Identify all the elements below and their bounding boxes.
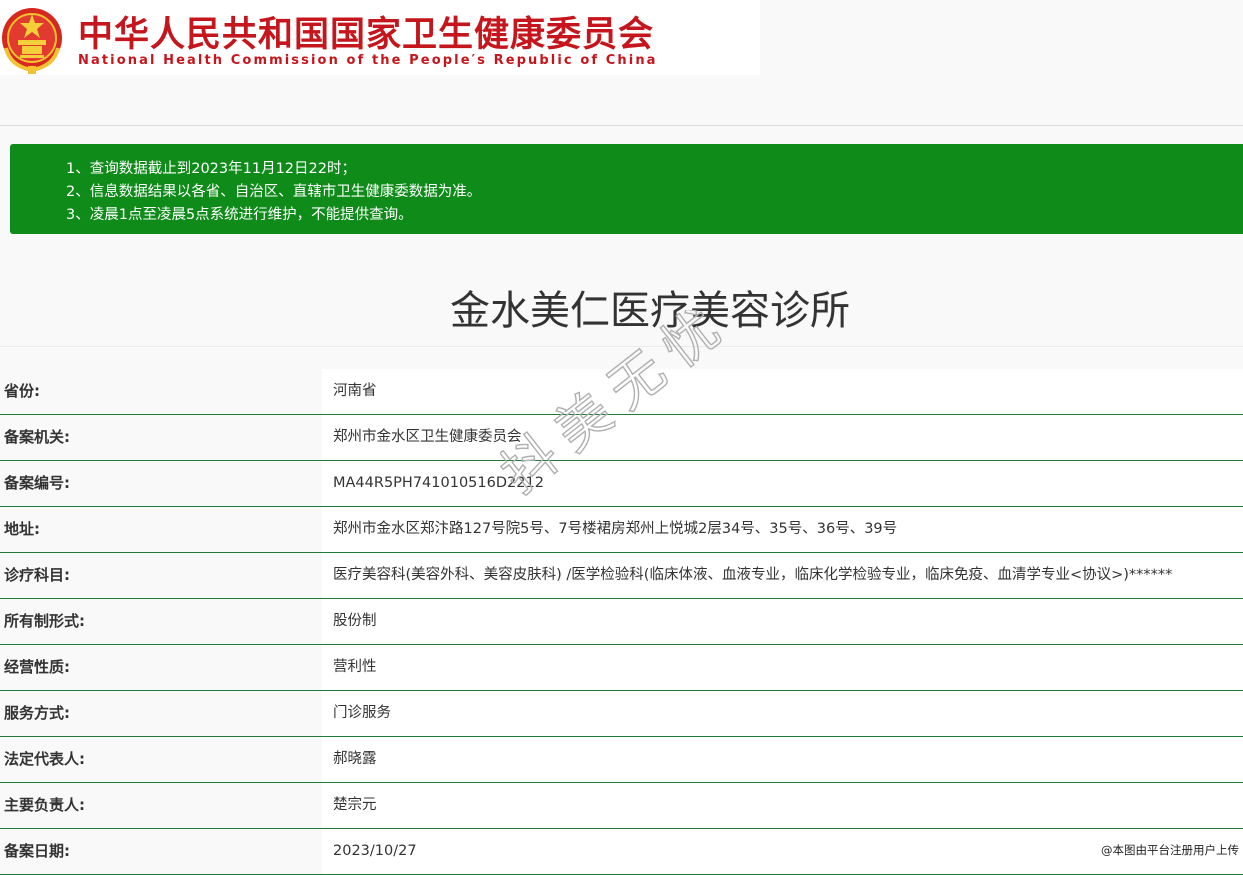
field-value: 郝晓露: [322, 737, 1243, 782]
field-label: 备案机关:: [0, 415, 322, 460]
field-value: MA44R5PH741010516D2212: [322, 461, 1243, 506]
table-row: 服务方式: 门诊服务: [0, 691, 1243, 737]
field-value: 股份制: [322, 599, 1243, 644]
title-divider: [0, 346, 1243, 347]
organization-name: 金水美仁医疗美容诊所: [450, 288, 850, 334]
field-value: 门诊服务: [322, 691, 1243, 736]
table-row: 诊疗科目: 医疗美容科(美容外科、美容皮肤科) /医学检验科(临床体液、血液专业…: [0, 553, 1243, 599]
field-label: 服务方式:: [0, 691, 322, 736]
notice-box: 1、查询数据截止到2023年11月12日22时； 2、信息数据结果以各省、自治区…: [10, 144, 1243, 234]
field-value: 楚宗元: [322, 783, 1243, 828]
national-emblem-icon: [2, 8, 62, 74]
table-row: 备案编号: MA44R5PH741010516D2212: [0, 461, 1243, 507]
table-row: 备案日期: 2023/10/27: [0, 829, 1243, 875]
notice-line: 1、查询数据截止到2023年11月12日22时；: [66, 161, 356, 177]
notice-line: 2、信息数据结果以各省、自治区、直辖市卫生健康委数据为准。: [66, 184, 482, 200]
table-row: 经营性质: 营利性: [0, 645, 1243, 691]
field-label: 备案日期:: [0, 829, 322, 874]
table-row: 法定代表人: 郝晓露: [0, 737, 1243, 783]
header-divider: [0, 125, 1243, 126]
field-label: 主要负责人:: [0, 783, 322, 828]
field-label: 诊疗科目:: [0, 553, 322, 598]
field-value: 郑州市金水区郑汴路127号院5号、7号楼裙房郑州上悦城2层34号、35号、36号…: [322, 507, 1243, 552]
site-title-cn: 中华人民共和国国家卫生健康委员会: [78, 15, 655, 55]
field-label: 经营性质:: [0, 645, 322, 690]
field-label: 所有制形式:: [0, 599, 322, 644]
field-value: 营利性: [322, 645, 1243, 690]
site-title-en: National Health Commission of the People…: [78, 53, 658, 68]
table-row: 所有制形式: 股份制: [0, 599, 1243, 645]
table-row: 地址: 郑州市金水区郑汴路127号院5号、7号楼裙房郑州上悦城2层34号、35号…: [0, 507, 1243, 553]
field-value: 医疗美容科(美容外科、美容皮肤科) /医学检验科(临床体液、血液专业，临床化学检…: [322, 553, 1243, 598]
field-value: 河南省: [322, 369, 1243, 414]
upload-credit: @本图由平台注册用户上传: [1101, 843, 1239, 857]
field-label: 备案编号:: [0, 461, 322, 506]
site-header: 中华人民共和国国家卫生健康委员会 National Health Commiss…: [0, 0, 760, 75]
table-row: 备案机关: 郑州市金水区卫生健康委员会: [0, 415, 1243, 461]
field-label: 省份:: [0, 369, 322, 414]
field-label: 地址:: [0, 507, 322, 552]
table-row: 主要负责人: 楚宗元: [0, 783, 1243, 829]
table-row: 省份: 河南省: [0, 369, 1243, 415]
field-label: 法定代表人:: [0, 737, 322, 782]
notice-line: 3、凌晨1点至凌晨5点系统进行维护，不能提供查询。: [66, 207, 413, 223]
field-value: 郑州市金水区卫生健康委员会: [322, 415, 1243, 460]
